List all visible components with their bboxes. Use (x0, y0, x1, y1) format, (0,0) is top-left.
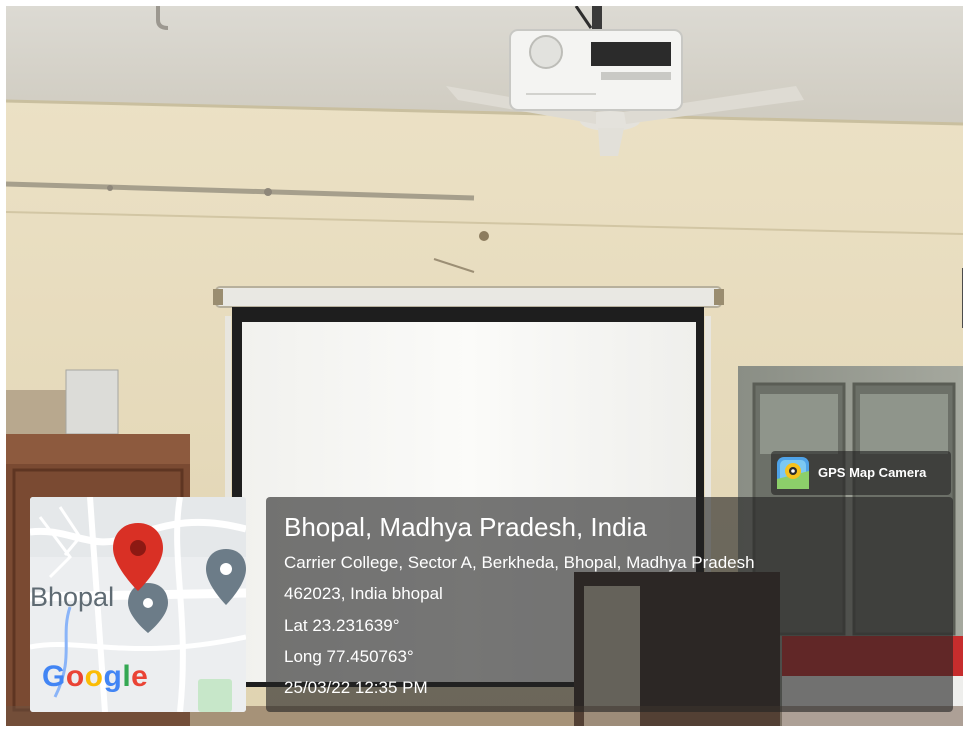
gps-map-camera-badge: GPS Map Camera (771, 451, 951, 495)
address-line-2: 462023, India bhopal (284, 584, 443, 603)
map-thumbnail: Bhopal Google (30, 497, 246, 712)
address-line-1: Carrier College, Sector A, Berkheda, Bho… (284, 553, 755, 572)
paper-stack (65, 369, 119, 435)
google-logo: Google (42, 660, 149, 693)
badge-label: GPS Map Camera (818, 465, 927, 480)
latitude: Lat 23.231639° (284, 616, 400, 635)
location-title: Bhopal, Madhya Pradesh, India (284, 512, 647, 542)
longitude: Long 77.450763° (284, 647, 414, 666)
gps-map-camera-icon (777, 457, 809, 489)
location-info-panel: Bhopal, Madhya Pradesh, India Carrier Co… (266, 497, 953, 712)
map-city-label: Bhopal (30, 582, 115, 612)
screen-case (215, 286, 722, 308)
datetime: 25/03/22 12:35 PM (284, 678, 428, 697)
